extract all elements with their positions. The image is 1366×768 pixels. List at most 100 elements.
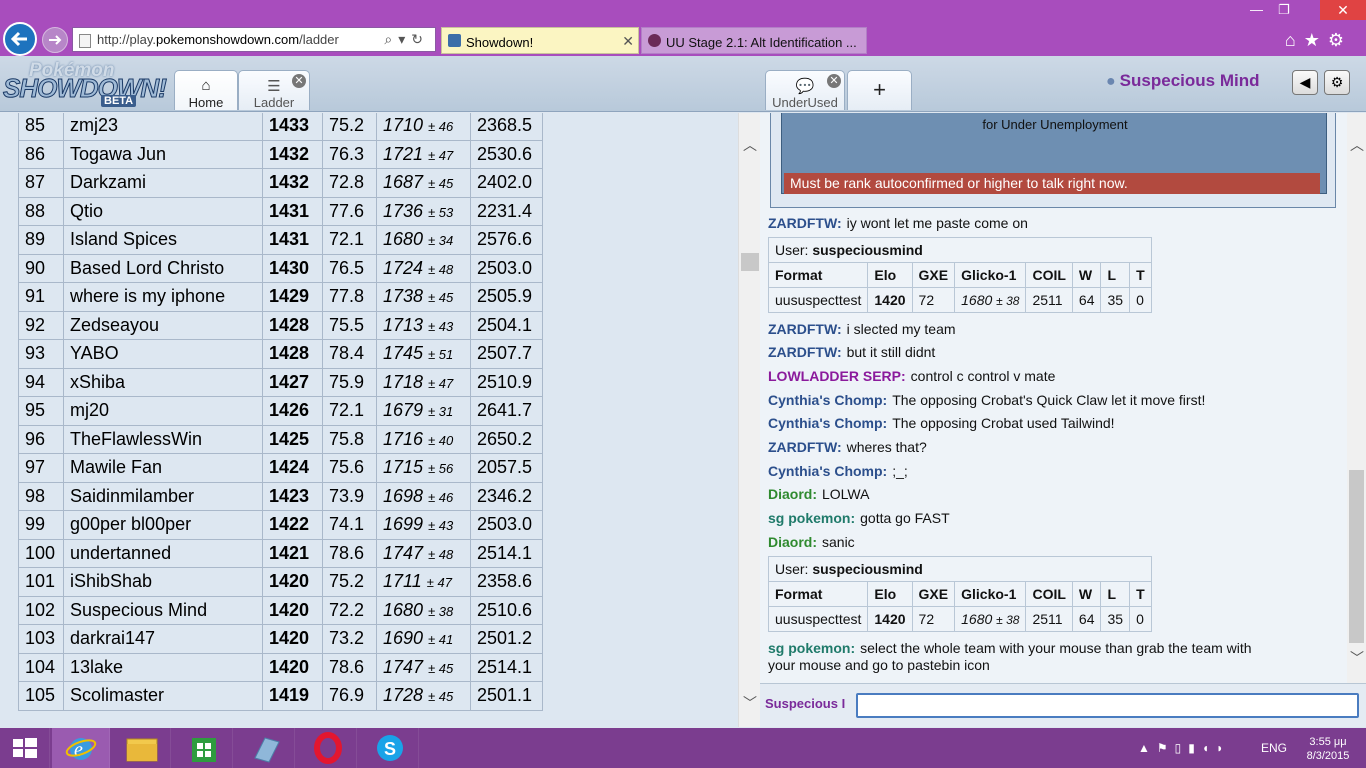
tab-ladder[interactable]: ☰ Ladder ✕ bbox=[238, 70, 310, 110]
taskbar-file-explorer[interactable] bbox=[113, 728, 171, 768]
ladder-row: 104 13lake 1420 78.6 1747 ± 45 2514.1 bbox=[18, 652, 543, 682]
chat-message: sg pokemon: select the whole team with yo… bbox=[768, 640, 1252, 656]
scroll-down-icon[interactable]: ﹀ bbox=[743, 693, 757, 713]
chat-input-bar: Suspecious I bbox=[760, 683, 1366, 727]
glicko-cell: 1747 ± 45 bbox=[376, 652, 471, 682]
chat-log: for Under Unemployment Must be rank auto… bbox=[760, 113, 1347, 683]
browser-tab-uu-stage[interactable]: UU Stage 2.1: Alt Identification ... bbox=[641, 27, 867, 54]
player-name-cell[interactable]: Mawile Fan bbox=[63, 453, 263, 483]
system-tray-icons[interactable]: ▲⚑▯▮◖◗ bbox=[1138, 741, 1230, 755]
ladder-scrollbar[interactable]: ︿ ﹀ bbox=[738, 113, 760, 727]
taskbar-app[interactable] bbox=[237, 728, 295, 768]
player-name-cell[interactable]: Zedseayou bbox=[63, 310, 263, 340]
chat-username[interactable]: LOWLADDER SERP: bbox=[768, 368, 906, 384]
glicko-cell: 1738 ± 45 bbox=[376, 282, 471, 312]
gxe-cell: 75.2 bbox=[322, 567, 377, 597]
chat-message-input[interactable] bbox=[856, 693, 1359, 718]
forward-button[interactable] bbox=[42, 27, 68, 53]
chat-username[interactable]: Cynthia's Chomp: bbox=[768, 392, 887, 408]
chat-username[interactable]: ZARDFTW: bbox=[768, 215, 842, 231]
showdown-logo[interactable]: Pokémon SHOWDOWN! BETA bbox=[3, 60, 167, 108]
player-name-cell[interactable]: TheFlawlessWin bbox=[63, 424, 263, 454]
restore-icon[interactable]: ❐ bbox=[1278, 2, 1290, 18]
player-name-cell[interactable]: undertanned bbox=[63, 538, 263, 568]
player-name-cell[interactable]: darkrai147 bbox=[63, 624, 263, 654]
player-name-cell[interactable]: Saidinmilamber bbox=[63, 481, 263, 511]
chat-username[interactable]: Cynthia's Chomp: bbox=[768, 415, 887, 431]
player-name-cell[interactable]: mj20 bbox=[63, 396, 263, 426]
taskbar-clock[interactable]: 3:55 μμ 8/3/2015 bbox=[1300, 735, 1356, 763]
player-name-cell[interactable]: iShibShab bbox=[63, 567, 263, 597]
player-name-cell[interactable]: xShiba bbox=[63, 367, 263, 397]
chat-username[interactable]: ZARDFTW: bbox=[768, 321, 842, 337]
player-name-cell[interactable]: Based Lord Christo bbox=[63, 253, 263, 283]
start-button[interactable] bbox=[0, 728, 50, 768]
chat-username[interactable]: ZARDFTW: bbox=[768, 439, 842, 455]
rank-cell: 86 bbox=[18, 139, 64, 169]
scroll-up-icon[interactable]: ︿ bbox=[1350, 135, 1364, 155]
chat-scrollbar[interactable]: ︿ ﹀ bbox=[1347, 113, 1366, 683]
chat-message: LOWLADDER SERP: control c control v mate bbox=[768, 368, 1055, 384]
settings-button[interactable]: ⚙ bbox=[1324, 70, 1350, 95]
address-tools-icon[interactable]: ⌕▾↻ bbox=[384, 31, 429, 48]
elo-cell: 1422 bbox=[262, 510, 323, 540]
chat-username[interactable]: Diaord: bbox=[768, 486, 817, 502]
back-button[interactable] bbox=[3, 22, 37, 56]
ladder-row: 95 mj20 1426 72.1 1679 ± 31 2641.7 bbox=[18, 396, 543, 426]
browser-tab-showdown[interactable]: Showdown! ✕ bbox=[441, 27, 639, 54]
chat-message-continuation: your mouse and go to pastebin icon bbox=[768, 657, 990, 673]
taskbar-ie[interactable]: e bbox=[52, 728, 110, 768]
tab-underused[interactable]: 💬 UnderUsed ✕ bbox=[765, 70, 845, 110]
tab-home[interactable]: ⌂ Home bbox=[174, 70, 238, 110]
logo-beta-badge: BETA bbox=[101, 95, 137, 107]
player-name-cell[interactable]: Darkzami bbox=[63, 168, 263, 198]
player-name-cell[interactable]: Island Spices bbox=[63, 225, 263, 255]
chat-username[interactable]: ZARDFTW: bbox=[768, 344, 842, 360]
elo-cell: 1427 bbox=[262, 367, 323, 397]
scrollbar-thumb[interactable] bbox=[1349, 470, 1364, 643]
player-name-cell[interactable]: Qtio bbox=[63, 196, 263, 226]
close-tab-icon[interactable]: ✕ bbox=[827, 74, 841, 88]
player-name-cell[interactable]: Suspecious Mind bbox=[63, 595, 263, 625]
taskbar-skype[interactable]: S bbox=[361, 728, 419, 768]
scroll-up-icon[interactable]: ︿ bbox=[743, 135, 757, 155]
sound-button[interactable]: ◀ bbox=[1292, 70, 1318, 95]
rank-cell: 87 bbox=[18, 168, 64, 198]
coil-cell: 2530.6 bbox=[470, 139, 543, 169]
player-name-cell[interactable]: YABO bbox=[63, 339, 263, 369]
player-name-cell[interactable]: zmj23 bbox=[63, 113, 263, 141]
browser-chrome: http://play.pokemonshowdown.com/ladder ⌕… bbox=[0, 0, 1366, 56]
coil-cell: 2641.7 bbox=[470, 396, 543, 426]
rank-card-username: suspeciousmind bbox=[812, 561, 923, 577]
window-close-button[interactable]: ✕ bbox=[1320, 0, 1366, 20]
new-tab-button[interactable]: + bbox=[847, 70, 912, 110]
ladder-row: 94 xShiba 1427 75.9 1718 ± 47 2510.9 bbox=[18, 367, 543, 397]
scrollbar-thumb[interactable] bbox=[741, 253, 759, 271]
player-name-cell[interactable]: where is my iphone bbox=[63, 282, 263, 312]
scroll-down-icon[interactable]: ﹀ bbox=[1350, 648, 1364, 668]
glicko-cell: 1690 ± 41 bbox=[376, 624, 471, 654]
player-name-cell[interactable]: g00per bl00per bbox=[63, 510, 263, 540]
chat-input-username[interactable]: Suspecious I bbox=[765, 696, 851, 711]
chat-username[interactable]: Diaord: bbox=[768, 534, 817, 550]
address-bar[interactable]: http://play.pokemonshowdown.com/ladder ⌕… bbox=[72, 27, 436, 52]
player-name-cell[interactable]: 13lake bbox=[63, 652, 263, 682]
user-menu[interactable]: ● Suspecious Mind bbox=[1106, 71, 1259, 93]
language-indicator[interactable]: ENG bbox=[1261, 741, 1287, 755]
chat-username[interactable]: Cynthia's Chomp: bbox=[768, 463, 887, 479]
taskbar-opera[interactable] bbox=[299, 728, 357, 768]
tab-ladder-label: Ladder bbox=[253, 95, 295, 110]
chat-username[interactable]: sg pokemon: bbox=[768, 510, 855, 526]
rank-card: User: suspeciousmind Format Elo GXE Glicko-… bbox=[767, 556, 1152, 632]
player-name-cell[interactable]: Scolimaster bbox=[63, 681, 263, 711]
clock-time: 3:55 μμ bbox=[1309, 736, 1347, 748]
chat-text: control c control v mate bbox=[910, 368, 1056, 384]
browser-toolbar-icons[interactable]: ⌂★⚙ bbox=[1285, 30, 1352, 51]
close-tab-icon[interactable]: ✕ bbox=[292, 74, 306, 88]
taskbar-store[interactable] bbox=[175, 728, 233, 768]
player-name-cell[interactable]: Togawa Jun bbox=[63, 139, 263, 169]
close-tab-icon[interactable]: ✕ bbox=[622, 33, 634, 50]
chat-message: Diaord: sanic bbox=[768, 534, 855, 550]
chat-username[interactable]: sg pokemon: bbox=[768, 640, 855, 656]
minimize-icon[interactable]: — bbox=[1250, 2, 1263, 17]
